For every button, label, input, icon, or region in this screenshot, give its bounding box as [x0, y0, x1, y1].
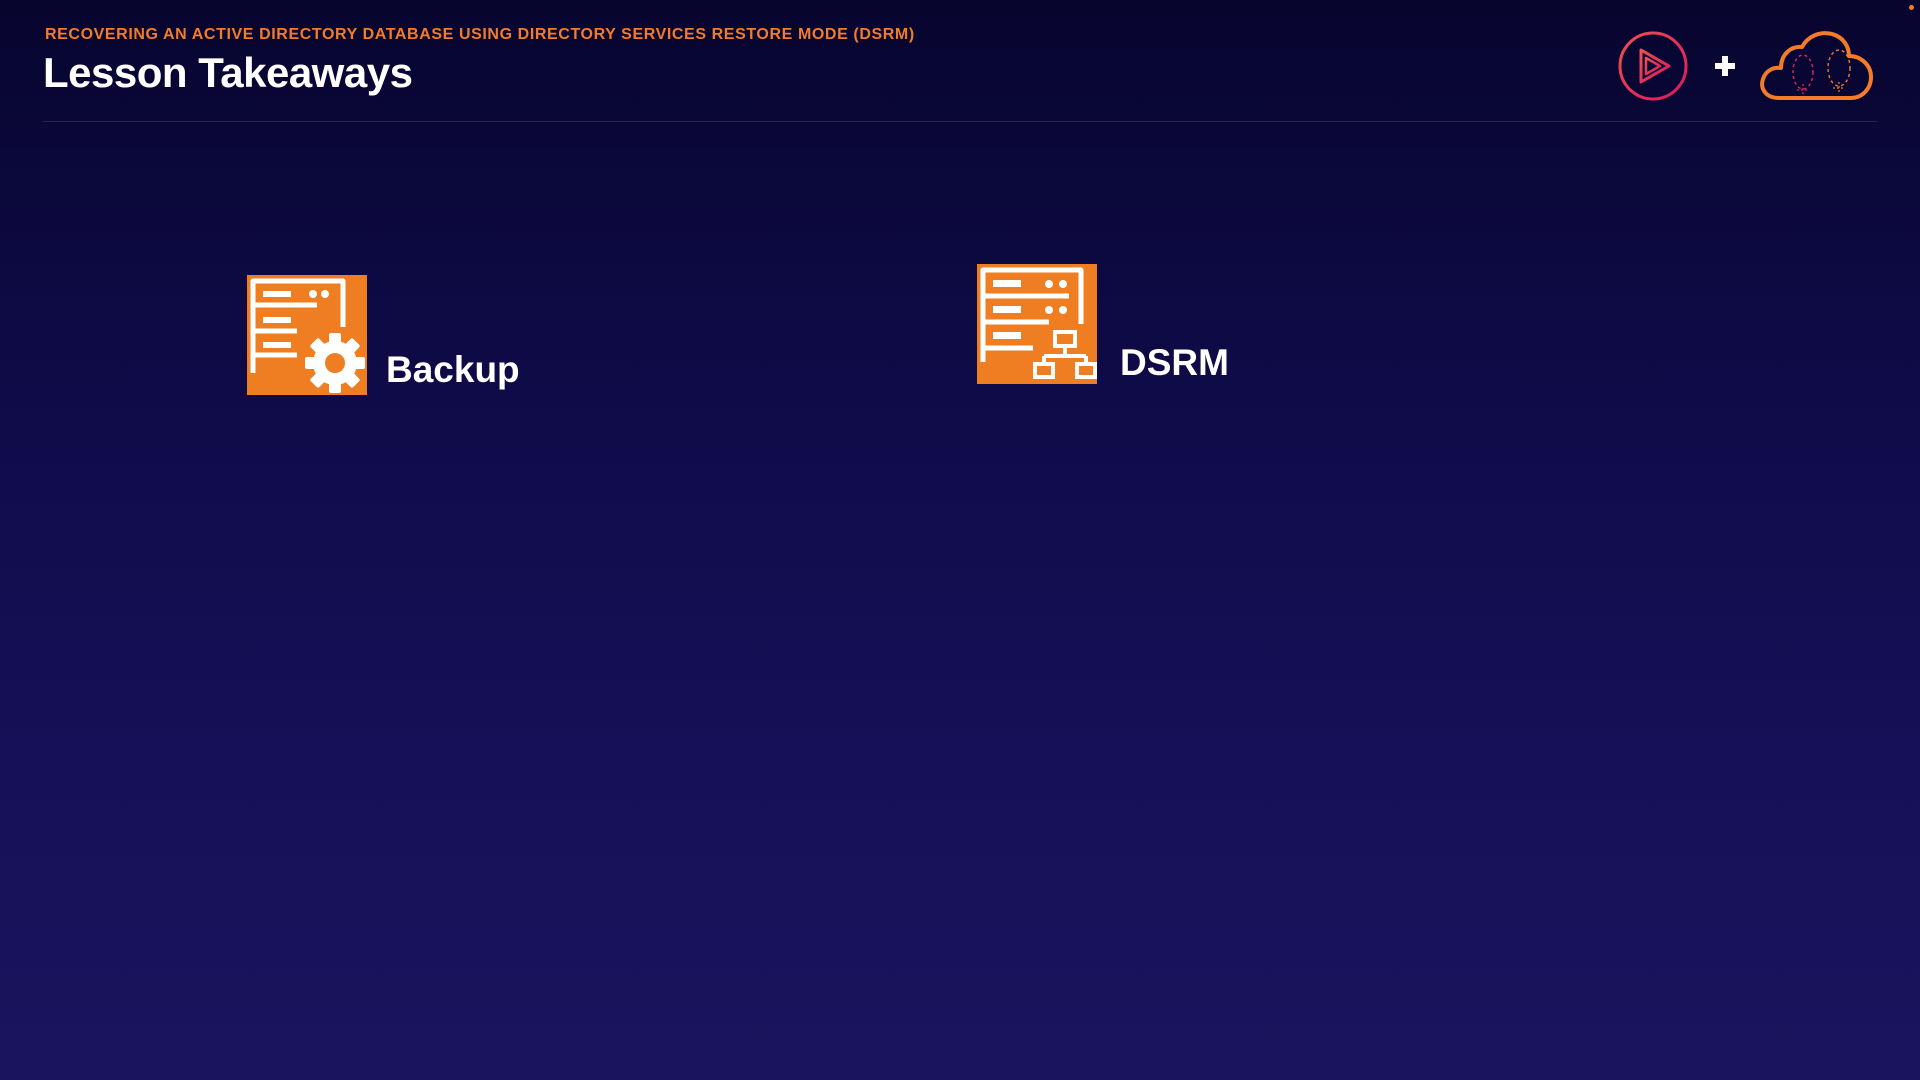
brand-logos [1617, 28, 1877, 104]
recording-indicator-dot [1909, 5, 1914, 10]
takeaway-backup: Backup [247, 275, 520, 395]
slide-header: RECOVERING AN ACTIVE DIRECTORY DATABASE … [43, 0, 1877, 122]
lesson-title: Lesson Takeaways [43, 49, 413, 96]
takeaway-label-dsrm: DSRM [1120, 342, 1229, 383]
takeaway-dsrm: DSRM [977, 264, 1229, 384]
course-title: RECOVERING AN ACTIVE DIRECTORY DATABASE … [45, 26, 915, 43]
server-network-icon [977, 264, 1097, 384]
server-gear-icon [247, 275, 367, 395]
plus-icon [1715, 56, 1735, 76]
acg-cloud-icon [1760, 31, 1873, 100]
takeaway-label-backup: Backup [386, 349, 520, 390]
pluralsight-play-icon [1618, 31, 1688, 101]
